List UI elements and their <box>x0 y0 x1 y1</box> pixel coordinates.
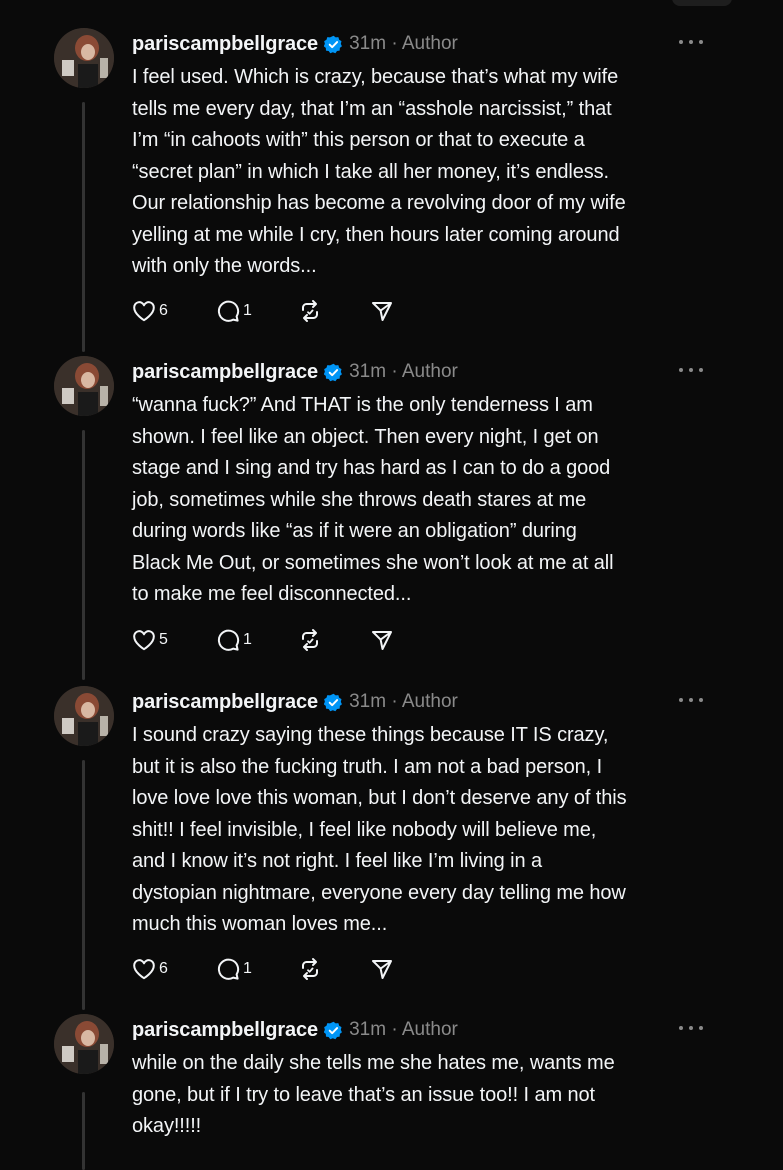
verified-badge-icon <box>323 363 343 382</box>
heart-icon <box>133 959 155 980</box>
post-text-line: with only the words... <box>132 255 317 277</box>
comment-icon <box>217 629 240 651</box>
more-icon <box>679 698 683 702</box>
post-text: while on the daily she tells me she hate… <box>132 1048 712 1143</box>
post-text-line: stage and I sing and try has hard as I c… <box>132 457 611 479</box>
post-text-line: love love love this woman, but I don’t d… <box>132 787 627 809</box>
post-meta: 31m · Author <box>349 1019 458 1040</box>
heart-icon <box>133 301 155 322</box>
avatar[interactable] <box>54 356 114 416</box>
thread-line <box>82 430 85 680</box>
like-count: 6 <box>159 302 168 319</box>
verified-badge-icon <box>323 1021 343 1040</box>
comment-icon <box>217 300 240 322</box>
post-text: I feel used. Which is crazy, because tha… <box>132 62 712 283</box>
more-options-button[interactable] <box>679 34 703 50</box>
repost-icon <box>302 629 318 651</box>
post-text-line: during words like “as if it were an obli… <box>132 520 577 542</box>
more-options-button[interactable] <box>679 362 703 378</box>
post-actions: 5 1 <box>132 625 394 655</box>
post-text-line: job, sometimes while she throws death st… <box>132 488 587 511</box>
heart-icon <box>133 630 155 651</box>
reply-button[interactable]: 1 <box>216 957 298 981</box>
share-button[interactable] <box>370 299 394 323</box>
post-text: I sound crazy saying these things becaus… <box>132 720 712 941</box>
repost-icon <box>302 300 318 322</box>
post-header: pariscampbellgrace 31m · Author <box>132 358 713 386</box>
reply-count: 1 <box>243 631 252 648</box>
thread-line <box>82 1092 85 1170</box>
post-text-line: but it is also the fucking truth. I am n… <box>132 755 603 778</box>
thread-line <box>82 760 85 1010</box>
post-text-line: gone, but if I try to leave that’s an is… <box>132 1083 595 1106</box>
post-meta: 31m · Author <box>349 691 458 712</box>
post-text-line: and I know it’s not right. I feel like I… <box>132 850 542 872</box>
post-header: pariscampbellgrace 31m · Author <box>132 30 713 58</box>
avatar[interactable] <box>54 28 114 88</box>
verified-badge-icon <box>323 35 343 54</box>
more-options-button[interactable] <box>679 1020 703 1036</box>
post-actions: 6 1 <box>132 954 394 984</box>
send-icon <box>372 302 392 321</box>
reply-count: 1 <box>243 302 252 319</box>
post-text-line: while on the daily she tells me she hate… <box>132 1052 615 1074</box>
post-text-line: tells me every day, that I’m an “asshole… <box>132 97 612 120</box>
post-text-line: Black Me Out, or sometimes she won’t loo… <box>132 551 614 574</box>
post-text-line: “wanna fuck?” And THAT is the only tende… <box>132 394 593 416</box>
status-bar-notch <box>672 0 732 6</box>
post-text-line: I sound crazy saying these things becaus… <box>132 724 609 746</box>
post-header: pariscampbellgrace 31m · Author <box>132 688 713 716</box>
repost-icon <box>302 958 318 980</box>
avatar[interactable] <box>54 686 114 746</box>
thread-line <box>82 102 85 352</box>
post-text-line: dystopian nightmare, everyone every day … <box>132 881 626 904</box>
like-count: 5 <box>159 631 168 648</box>
username[interactable]: pariscampbellgrace <box>132 691 318 714</box>
post-text-line: shown. I feel like an object. Then every… <box>132 425 599 448</box>
verified-badge-icon <box>323 693 343 712</box>
like-button[interactable]: 6 <box>132 958 216 980</box>
more-icon <box>679 368 683 372</box>
post-text-line: I feel used. Which is crazy, because tha… <box>132 66 619 88</box>
post-meta: 31m · Author <box>349 361 458 382</box>
like-button[interactable]: 6 <box>132 300 216 322</box>
send-icon <box>372 631 392 650</box>
post-text-line: Our relationship has become a revolving … <box>132 192 626 214</box>
more-options-button[interactable] <box>679 692 703 708</box>
post-text-line: “secret plan” in which I take all her mo… <box>132 160 610 183</box>
post-text-line: I’m “in cahoots with” this person or tha… <box>132 129 585 151</box>
post-text: “wanna fuck?” And THAT is the only tende… <box>132 390 712 611</box>
share-button[interactable] <box>370 628 394 652</box>
post-meta: 31m · Author <box>349 33 458 54</box>
post-actions: 6 1 <box>132 296 394 326</box>
send-icon <box>372 960 392 979</box>
post-text-line: much this woman loves me... <box>132 913 388 935</box>
repost-button[interactable] <box>298 299 370 323</box>
share-button[interactable] <box>370 957 394 981</box>
post-text-line: okay!!!!! <box>132 1115 202 1137</box>
reply-button[interactable]: 1 <box>216 628 298 652</box>
post-text-line: to make me feel disconnected... <box>132 583 412 605</box>
username[interactable]: pariscampbellgrace <box>132 361 318 384</box>
reply-button[interactable]: 1 <box>216 299 298 323</box>
post-text-line: yelling at me while I cry, then hours la… <box>132 223 620 246</box>
like-button[interactable]: 5 <box>132 629 216 651</box>
avatar[interactable] <box>54 1014 114 1074</box>
repost-button[interactable] <box>298 628 370 652</box>
comment-icon <box>217 958 240 980</box>
more-icon <box>679 1026 683 1030</box>
more-icon <box>679 40 683 44</box>
repost-button[interactable] <box>298 957 370 981</box>
post-text-line: shit!! I feel invisible, I feel like nob… <box>132 818 597 841</box>
post-header: pariscampbellgrace 31m · Author <box>132 1016 713 1044</box>
username[interactable]: pariscampbellgrace <box>132 33 318 56</box>
like-count: 6 <box>159 960 168 977</box>
username[interactable]: pariscampbellgrace <box>132 1019 318 1042</box>
reply-count: 1 <box>243 960 252 977</box>
